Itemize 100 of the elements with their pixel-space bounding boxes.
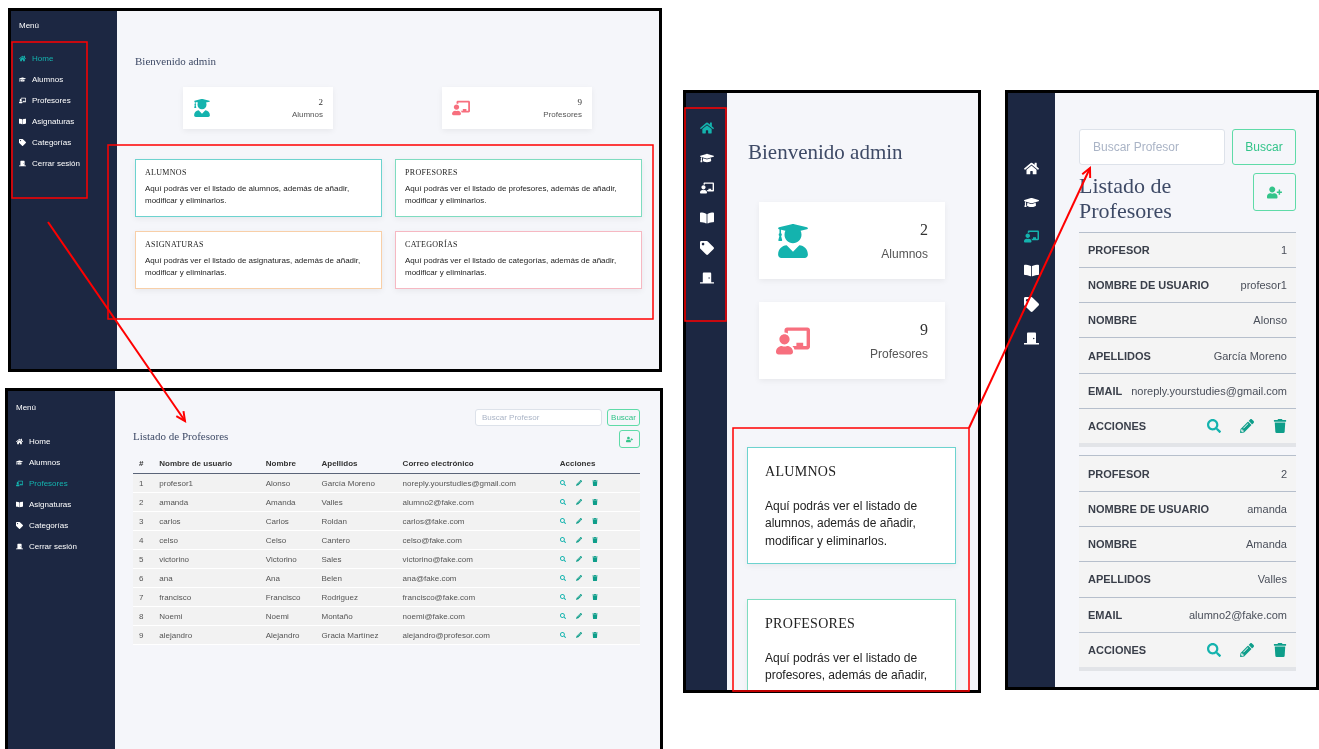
search-field[interactable]: Buscar Profesor (475, 409, 602, 426)
menu-item-icon (19, 139, 26, 146)
tag-icon[interactable] (1024, 297, 1039, 312)
pencil-icon[interactable] (1240, 643, 1254, 657)
tag-icon[interactable] (699, 241, 714, 255)
teacher-icon[interactable] (1024, 229, 1039, 244)
stat-value: 2 (920, 220, 928, 239)
table-cell: amanda (153, 492, 260, 512)
field-label: NOMBRE DE USUARIO (1088, 279, 1209, 292)
column-header: Nombre (259, 454, 316, 474)
table-cell: 4 (133, 530, 154, 550)
search-icon[interactable] (559, 556, 566, 562)
home-icon[interactable] (699, 121, 714, 135)
trash-icon[interactable] (1273, 419, 1287, 434)
field-value: alumno2@fake.com (1189, 608, 1287, 621)
teacher-icon[interactable] (699, 181, 714, 195)
card-title: ALUMNOS (145, 168, 188, 177)
menu-item[interactable]: Asignaturas (19, 117, 75, 126)
trash-icon[interactable] (591, 480, 598, 486)
menu-item[interactable]: Profesores (16, 479, 68, 488)
search-icon[interactable] (559, 632, 566, 638)
book-icon[interactable] (1024, 263, 1039, 278)
add-user-button[interactable] (1253, 173, 1296, 211)
trash-icon[interactable] (1273, 643, 1287, 657)
menu-item-icon (19, 55, 26, 62)
table-cell: celso (153, 530, 260, 550)
field-value: profesor1 (1240, 279, 1287, 292)
search-icon[interactable] (1207, 419, 1221, 434)
search-icon[interactable] (559, 575, 566, 581)
field-label: EMAIL (1088, 384, 1123, 397)
pencil-icon[interactable] (575, 613, 582, 619)
pencil-icon[interactable] (575, 499, 582, 505)
stat-value: 9 (920, 320, 928, 339)
trash-icon[interactable] (591, 556, 598, 562)
pencil-icon[interactable] (575, 556, 582, 562)
trash-icon[interactable] (591, 594, 598, 600)
menu-item[interactable]: Alumnos (16, 458, 61, 467)
card-text: Aquí podrás ver el listado de asignaturas, además de añadir, modificar y eliminarlas. (145, 255, 362, 279)
stat-label: Profesores (543, 110, 582, 119)
greeting-title: Bienvenido admin (135, 55, 216, 67)
search-icon[interactable] (559, 613, 566, 619)
menu-item[interactable]: Cerrar sesión (16, 542, 77, 551)
field-value: 2 (1280, 467, 1287, 480)
field-value: Alonso (1253, 314, 1287, 327)
card-text: Aquí podrás ver el listado de profesores, además de añadir, (765, 650, 929, 685)
stat-label: Alumnos (291, 110, 323, 119)
trash-icon[interactable] (591, 575, 598, 581)
book-icon[interactable] (699, 211, 714, 225)
search-icon[interactable] (559, 518, 566, 524)
menu-item[interactable]: Home (16, 437, 51, 446)
table-cell: alejandro (153, 625, 260, 645)
menu-item-icon (19, 118, 26, 125)
door-icon[interactable] (1024, 331, 1039, 346)
greeting-title: Bienvenido admin (748, 140, 903, 165)
search-icon[interactable] (559, 537, 566, 543)
field-value: amanda (1247, 502, 1287, 515)
field-value: Amanda (1246, 538, 1287, 551)
menu-item-icon (16, 522, 23, 529)
search-icon[interactable] (1207, 643, 1221, 657)
menu-item[interactable]: Home (19, 54, 54, 63)
field-label: APELLIDOS (1088, 349, 1151, 362)
graduation-cap-icon[interactable] (699, 151, 714, 165)
card-title: CATEGORÍAS (405, 240, 459, 249)
card-title: ASIGNATURAS (145, 240, 205, 249)
menu-item-icon (19, 76, 26, 83)
search-icon[interactable] (559, 594, 566, 600)
trash-icon[interactable] (591, 499, 598, 505)
pencil-icon[interactable] (575, 480, 582, 486)
trash-icon[interactable] (591, 613, 598, 619)
table-cell: 1 (133, 473, 154, 493)
menu-item-icon (16, 438, 23, 445)
pencil-icon[interactable] (575, 594, 582, 600)
menu-item[interactable]: Profesores (19, 96, 71, 105)
menu-item[interactable]: Asignaturas (16, 500, 72, 509)
door-icon[interactable] (699, 271, 714, 285)
pencil-icon[interactable] (1240, 419, 1254, 434)
menu-item[interactable]: Cerrar sesión (19, 159, 80, 168)
add-user-button[interactable] (619, 430, 640, 448)
pencil-icon[interactable] (575, 632, 582, 638)
stat-value: 2 (318, 97, 323, 107)
pencil-icon[interactable] (575, 575, 582, 581)
trash-icon[interactable] (591, 518, 598, 524)
stat-label: Profesores (869, 346, 928, 361)
menu-item[interactable]: Alumnos (19, 75, 64, 84)
pencil-icon[interactable] (575, 518, 582, 524)
search-icon[interactable] (559, 480, 566, 486)
search-icon[interactable] (559, 499, 566, 505)
trash-icon[interactable] (591, 537, 598, 543)
menu-item[interactable]: Categorías (16, 521, 69, 530)
table-cell: 9 (133, 625, 154, 645)
home-icon[interactable] (1024, 161, 1039, 176)
table-cell: victorino (153, 549, 260, 569)
pencil-icon[interactable] (575, 537, 582, 543)
graduation-cap-icon[interactable] (1024, 195, 1039, 210)
table-cell: Noemi (153, 606, 260, 626)
column-header: Correo electrónico (396, 454, 554, 474)
search-field[interactable]: Buscar Profesor (1079, 129, 1225, 165)
menu-item[interactable]: Categorías (19, 138, 72, 147)
column-header: # (133, 454, 154, 474)
trash-icon[interactable] (591, 632, 598, 638)
